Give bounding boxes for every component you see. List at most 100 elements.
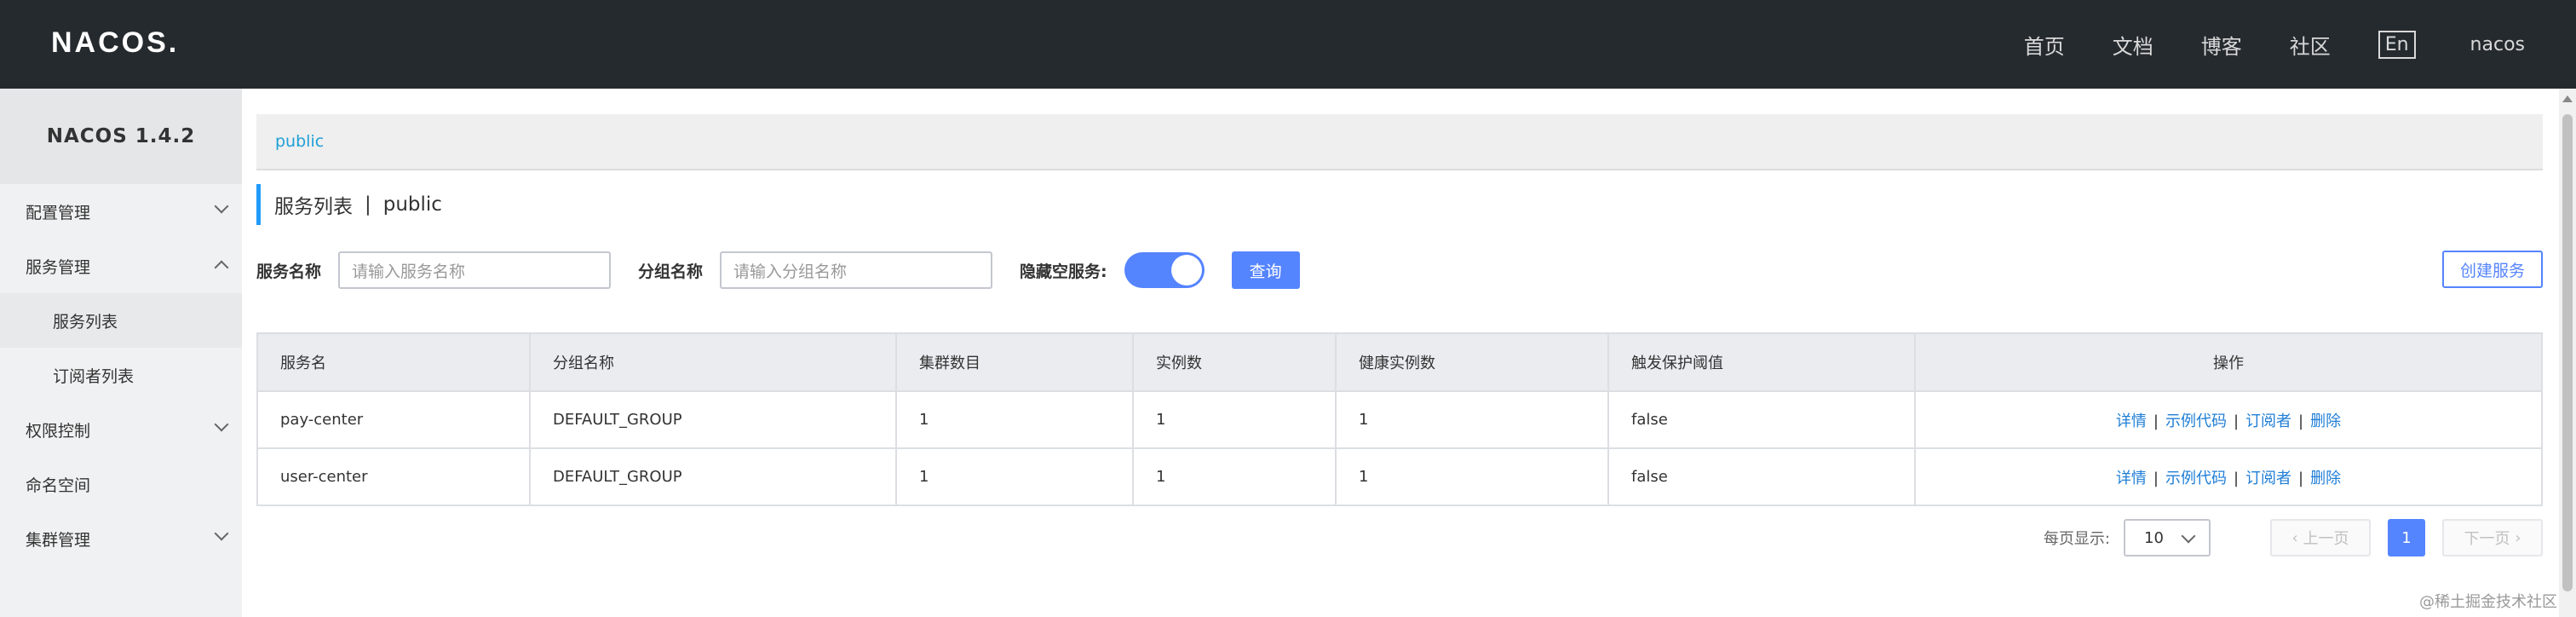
nav-blog[interactable]: 博客 xyxy=(2201,30,2242,60)
sidebar-item-config-management[interactable]: 配置管理 xyxy=(0,184,242,239)
col-cluster-count: 集群数目 xyxy=(895,332,1134,392)
chevron-down-icon xyxy=(214,417,229,432)
page-size-select[interactable]: 10 xyxy=(2124,519,2211,556)
nacos-logo[interactable]: NACOS. xyxy=(51,24,179,61)
cell-healthy-count: 1 xyxy=(1335,447,1609,506)
sample-code-link[interactable]: 示例代码 xyxy=(2165,470,2227,487)
chevron-right-icon: › xyxy=(2510,528,2521,547)
sidebar-item-service-management[interactable]: 服务管理 xyxy=(0,239,242,293)
cell-group-name: DEFAULT_GROUP xyxy=(529,390,897,449)
vertical-scrollbar[interactable] xyxy=(2559,89,2576,617)
prev-page-button[interactable]: ‹ 上一页 xyxy=(2270,519,2371,556)
toggle-knob xyxy=(1170,255,1202,285)
scroll-up-arrow-icon[interactable] xyxy=(2562,95,2573,102)
top-header: NACOS. 首页 文档 博客 社区 En nacos xyxy=(0,0,2576,89)
page-size-label: 每页显示: xyxy=(2043,530,2110,548)
divider: | xyxy=(2233,469,2240,487)
pagination: 每页显示: 10 ‹ 上一页 1 下一页 › xyxy=(2044,518,2543,557)
divider: | xyxy=(2153,469,2159,487)
service-table: 服务名 分组名称 集群数目 实例数 健康实例数 触发保护阈值 操作 pay-ce… xyxy=(256,332,2543,506)
filter-bar: 服务名称 请输入服务名称 分组名称 请输入分组名称 隐藏空服务: 查询 创建服务 xyxy=(256,251,2543,290)
detail-link[interactable]: 详情 xyxy=(2116,412,2147,430)
sidebar-title: NACOS 1.4.2 xyxy=(0,89,242,184)
delete-link[interactable]: 删除 xyxy=(2310,470,2341,487)
watermark: @稀土掘金技术社区 xyxy=(2419,593,2557,611)
chevron-down-icon xyxy=(2181,528,2196,544)
group-name-label: 分组名称 xyxy=(638,262,704,281)
sidebar-item-subscriber-list[interactable]: 订阅者列表 xyxy=(0,348,242,402)
user-name[interactable]: nacos xyxy=(2470,34,2525,55)
cell-service-name: user-center xyxy=(256,447,531,506)
sidebar-item-label: 服务管理 xyxy=(26,257,91,277)
divider: | xyxy=(2153,412,2159,430)
group-name-input[interactable]: 请输入分组名称 xyxy=(720,251,993,289)
chevron-down-icon xyxy=(214,199,229,214)
sidebar-item-access-control[interactable]: 权限控制 xyxy=(0,402,242,457)
page-title: 服务列表 | public xyxy=(256,184,442,225)
create-service-button[interactable]: 创建服务 xyxy=(2442,251,2543,288)
sidebar-item-service-list[interactable]: 服务列表 xyxy=(0,293,242,348)
service-name-input[interactable]: 请输入服务名称 xyxy=(338,251,612,289)
cell-protect-threshold: false xyxy=(1607,447,1916,506)
next-page-label: 下一页 xyxy=(2464,530,2510,548)
sidebar-item-label: 命名空间 xyxy=(26,476,91,495)
cell-protect-threshold: false xyxy=(1607,390,1916,449)
next-page-button[interactable]: 下一页 › xyxy=(2442,519,2543,556)
nav-home[interactable]: 首页 xyxy=(2024,30,2065,60)
cell-operations: 详情 | 示例代码 | 订阅者 | 删除 xyxy=(1914,390,2543,449)
sidebar: NACOS 1.4.2 配置管理 服务管理 服务列表 订阅者列表 权限控制 命名… xyxy=(0,89,242,617)
title-separator: | xyxy=(365,193,371,216)
scrollbar-thumb[interactable] xyxy=(2562,114,2573,591)
col-service-name: 服务名 xyxy=(256,332,531,392)
sidebar-item-label: 服务列表 xyxy=(53,312,118,332)
sample-code-link[interactable]: 示例代码 xyxy=(2165,412,2227,430)
page-title-text: 服务列表 xyxy=(274,196,353,218)
col-group-name: 分组名称 xyxy=(529,332,897,392)
cell-operations: 详情 | 示例代码 | 订阅者 | 删除 xyxy=(1914,447,2543,506)
sidebar-item-label: 权限控制 xyxy=(26,421,91,441)
cell-instance-count: 1 xyxy=(1132,390,1337,449)
col-instance-count: 实例数 xyxy=(1132,332,1337,392)
col-protect-threshold: 触发保护阈值 xyxy=(1607,332,1916,392)
service-name-label: 服务名称 xyxy=(256,262,322,281)
divider: | xyxy=(2298,469,2304,487)
sidebar-item-label: 订阅者列表 xyxy=(53,366,135,386)
sidebar-item-label: 配置管理 xyxy=(26,203,91,222)
subscriber-link[interactable]: 订阅者 xyxy=(2245,412,2291,430)
language-toggle-button[interactable]: En xyxy=(2378,30,2416,59)
page-1-button[interactable]: 1 xyxy=(2388,519,2425,556)
sidebar-item-label: 集群管理 xyxy=(26,530,91,550)
delete-link[interactable]: 删除 xyxy=(2310,412,2341,430)
col-operations: 操作 xyxy=(1914,332,2543,392)
prev-page-label: 上一页 xyxy=(2303,530,2349,548)
nav-community[interactable]: 社区 xyxy=(2290,30,2331,60)
divider: | xyxy=(2298,412,2304,430)
divider: | xyxy=(2233,412,2240,430)
chevron-up-icon xyxy=(214,260,229,275)
col-healthy-count: 健康实例数 xyxy=(1335,332,1609,392)
page-size-value: 10 xyxy=(2144,528,2164,547)
cell-instance-count: 1 xyxy=(1132,447,1337,506)
hide-empty-service-toggle[interactable] xyxy=(1124,252,1205,288)
page-title-namespace: public xyxy=(382,193,442,216)
main-content: public 服务列表 | public 服务名称 请输入服务名称 分组名称 请… xyxy=(242,89,2559,617)
subscriber-link[interactable]: 订阅者 xyxy=(2245,470,2291,487)
chevron-down-icon xyxy=(214,526,229,541)
table-row: pay-center DEFAULT_GROUP 1 1 1 false 详情 |… xyxy=(256,390,2543,449)
cell-service-name: pay-center xyxy=(256,390,531,449)
top-nav: 首页 文档 博客 社区 En nacos xyxy=(1976,0,2525,89)
namespace-link-public[interactable]: public xyxy=(275,132,324,151)
logo-text: NACOS. xyxy=(51,26,180,59)
table-row: user-center DEFAULT_GROUP 1 1 1 false 详情… xyxy=(256,447,2543,506)
sidebar-item-namespace[interactable]: 命名空间 xyxy=(0,457,242,511)
query-button[interactable]: 查询 xyxy=(1231,251,1300,289)
hide-empty-label: 隐藏空服务: xyxy=(1020,262,1107,281)
cell-healthy-count: 1 xyxy=(1335,390,1609,449)
cell-cluster-count: 1 xyxy=(895,390,1134,449)
nav-docs[interactable]: 文档 xyxy=(2113,30,2153,60)
cell-group-name: DEFAULT_GROUP xyxy=(529,447,897,506)
chevron-left-icon: ‹ xyxy=(2291,528,2303,547)
sidebar-item-cluster-management[interactable]: 集群管理 xyxy=(0,511,242,566)
namespace-bar: public xyxy=(256,114,2543,170)
detail-link[interactable]: 详情 xyxy=(2116,470,2147,487)
